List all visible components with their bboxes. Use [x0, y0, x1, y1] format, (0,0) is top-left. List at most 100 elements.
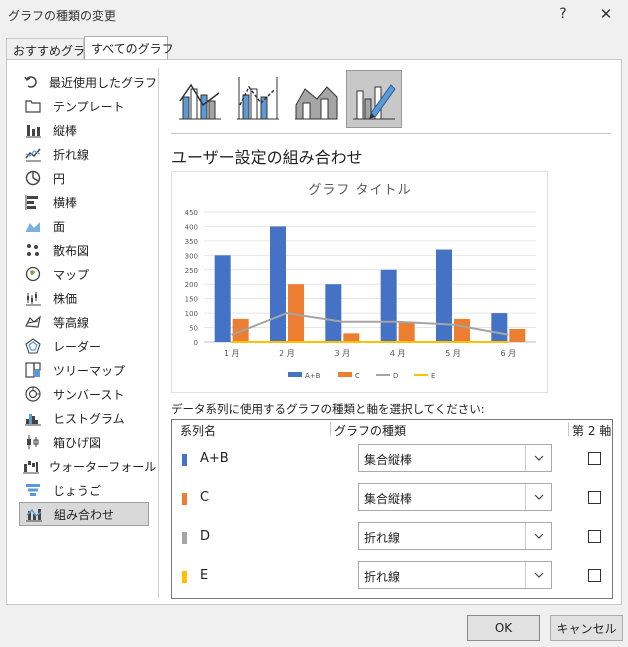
sidebar-item-waterfall[interactable]: ウォーターフォール — [19, 454, 156, 478]
thumb-clustered-column-line-secondary[interactable] — [231, 70, 285, 128]
y-tick-label: 300 — [185, 252, 198, 260]
series-color-swatch — [182, 454, 187, 466]
bar-C — [398, 321, 415, 342]
sidebar-item-line[interactable]: 折れ線 — [19, 142, 149, 166]
clustered-column-line-icon — [177, 75, 223, 124]
x-tick-label: 6 月 — [501, 349, 517, 358]
sidebar-item-templates[interactable]: テンプレート — [19, 94, 149, 118]
chart-type-select[interactable]: 集合縦棒 — [358, 483, 552, 511]
line-chart-icon — [23, 145, 43, 163]
legend-label: E — [431, 372, 435, 380]
thumb-clustered-column-line[interactable] — [173, 70, 227, 128]
sidebar-item-label: レーダー — [53, 339, 102, 354]
sidebar-item-label: 縦棒 — [53, 123, 78, 138]
sidebar-item-area[interactable]: 面 — [19, 214, 149, 238]
box-whisker-icon — [23, 433, 43, 451]
secondary-axis-checkbox[interactable] — [588, 530, 601, 543]
column-chart-icon — [23, 121, 43, 139]
treemap-icon — [23, 361, 43, 379]
y-tick-label: 350 — [185, 238, 198, 246]
sidebar-item-combo[interactable]: 組み合わせ — [19, 502, 149, 526]
series-color-swatch — [182, 571, 187, 583]
sidebar-item-label: 箱ひげ図 — [53, 435, 102, 450]
y-tick-label: 250 — [185, 267, 198, 275]
y-tick-label: 150 — [185, 296, 198, 304]
close-button[interactable]: ✕ — [594, 3, 618, 25]
sidebar-item-stock[interactable]: 株価 — [19, 286, 149, 310]
clustered-column-line-secondary-icon — [235, 75, 281, 124]
sunburst-icon — [23, 385, 43, 403]
sidebar-item-label: 散布図 — [53, 243, 90, 258]
sidebar-item-radar[interactable]: レーダー — [19, 334, 149, 358]
chart-type-value: 折れ線 — [364, 570, 401, 584]
sidebar-item-label: ウォーターフォール — [49, 459, 157, 474]
window-title: グラフの種類の変更 — [8, 9, 117, 23]
sidebar-item-label: ツリーマップ — [53, 363, 126, 378]
chart-type-select[interactable]: 折れ線 — [358, 522, 552, 550]
legend-swatch — [288, 372, 302, 377]
bar-A+B — [214, 255, 231, 342]
sidebar-item-label: 等高線 — [53, 315, 90, 330]
secondary-axis-checkbox[interactable] — [588, 491, 601, 504]
tab-recommended[interactable]: おすすめグラフ — [6, 38, 97, 60]
chart-svg: グラフ タイトル 0 50 100 150 200 250 300 350 400 450 1 月 2… — [185, 183, 536, 380]
sidebar-item-treemap[interactable]: ツリーマップ — [19, 358, 149, 382]
ok-button[interactable]: OK — [467, 615, 540, 641]
sidebar-item-funnel[interactable]: じょうご — [19, 478, 149, 502]
sidebar-item-histogram[interactable]: ヒストグラム — [19, 406, 149, 430]
y-tick-label: 450 — [185, 209, 198, 217]
chart-type-value: 折れ線 — [364, 531, 401, 545]
sidebar-item-scatter[interactable]: 散布図 — [19, 238, 149, 262]
combo-heading: ユーザー設定の組み合わせ — [171, 148, 363, 167]
bar-C — [454, 318, 470, 342]
bar-A+B — [270, 226, 286, 342]
x-tick-label: 4 月 — [390, 349, 406, 358]
series-row-e: E 折れ線 — [172, 557, 612, 596]
sidebar-item-label: じょうご — [53, 483, 102, 498]
sidebar-item-label: マップ — [53, 267, 90, 282]
header-secondary-axis: 第 2 軸 — [572, 424, 612, 438]
sidebar-item-box-whisker[interactable]: 箱ひげ図 — [19, 430, 149, 454]
area-chart-icon — [23, 217, 43, 235]
sidebar-item-bar[interactable]: 横棒 — [19, 190, 149, 214]
sidebar-item-sunburst[interactable]: サンバースト — [19, 382, 149, 406]
help-button[interactable]: ? — [552, 3, 574, 25]
chart-type-value: 集合縦棒 — [364, 453, 413, 467]
surface-chart-icon — [23, 313, 43, 331]
series-name: C — [200, 490, 210, 505]
recent-icon — [23, 73, 39, 91]
bar-C — [343, 333, 360, 342]
sidebar-item-map[interactable]: マップ — [19, 262, 149, 286]
thumb-stacked-area-column[interactable] — [289, 70, 343, 128]
secondary-axis-checkbox[interactable] — [588, 452, 601, 465]
sidebar-item-label: 最近使用したグラフ — [49, 75, 158, 90]
cancel-button[interactable]: キャンセル — [550, 615, 623, 641]
funnel-icon — [23, 481, 43, 499]
chart-type-value: 集合縦棒 — [364, 492, 413, 506]
chevron-down-icon[interactable] — [525, 445, 551, 471]
tab-all-charts[interactable]: すべてのグラフ — [84, 36, 174, 60]
legend-label: A+B — [305, 372, 321, 380]
series-name: E — [200, 568, 209, 583]
chevron-down-icon[interactable] — [525, 562, 551, 588]
histogram-icon — [23, 409, 43, 427]
sidebar-item-label: 面 — [53, 219, 66, 234]
y-tick-label: 200 — [185, 281, 198, 289]
chevron-down-icon[interactable] — [525, 523, 551, 549]
sidebar-item-recent[interactable]: 最近使用したグラフ — [19, 70, 157, 94]
sidebar-item-column[interactable]: 縦棒 — [19, 118, 149, 142]
secondary-axis-checkbox[interactable] — [588, 569, 601, 582]
gallery-divider — [171, 133, 611, 134]
sidebar-item-label: 株価 — [53, 291, 78, 306]
chart-type-select[interactable]: 折れ線 — [358, 561, 552, 589]
series-color-swatch — [182, 493, 187, 505]
chevron-down-icon[interactable] — [525, 484, 551, 510]
sidebar-item-surface[interactable]: 等高線 — [19, 310, 149, 334]
series-row-a-b: A+B 集合縦棒 — [172, 440, 612, 479]
y-tick-label: 400 — [185, 223, 198, 231]
sidebar-item-pie[interactable]: 円 — [19, 166, 149, 190]
bar-A+B — [436, 249, 452, 342]
chart-type-select[interactable]: 集合縦棒 — [358, 444, 552, 472]
scatter-chart-icon — [23, 241, 43, 259]
thumb-custom-combo[interactable] — [346, 70, 402, 128]
